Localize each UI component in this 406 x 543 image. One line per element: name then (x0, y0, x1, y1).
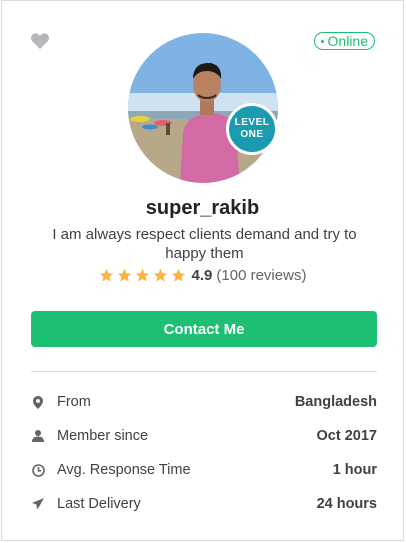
stat-row-last-delivery: Last Delivery 24 hours (31, 487, 377, 521)
review-count[interactable]: (100 reviews) (216, 267, 306, 284)
stat-label: Avg. Response Time (57, 462, 191, 478)
online-label: Online (327, 33, 368, 49)
heart-icon[interactable] (30, 32, 50, 50)
star-icon (99, 268, 113, 282)
level-label: LEVEL (234, 117, 270, 128)
seller-bio: I am always respect clients demand and t… (52, 226, 357, 262)
online-badge: Online (313, 32, 375, 50)
location-pin-icon (31, 395, 45, 409)
level-value: ONE (240, 129, 264, 140)
stat-value: 1 hour (332, 462, 377, 478)
stat-value: Bangladesh (294, 394, 377, 410)
seller-stats: From Bangladesh Member since Oct 2017 Av… (31, 385, 377, 521)
stat-row-from: From Bangladesh (31, 385, 377, 419)
clock-icon (31, 463, 45, 477)
username[interactable]: super_rakib (2, 197, 403, 220)
user-icon (31, 429, 45, 443)
divider (31, 371, 377, 372)
star-icon (171, 268, 185, 282)
star-icon (153, 268, 167, 282)
contact-me-button[interactable]: Contact Me (31, 311, 377, 347)
avatar[interactable]: LEVEL ONE (128, 33, 278, 183)
star-icon (117, 268, 131, 282)
send-icon (31, 497, 45, 511)
stat-row-member-since: Member since Oct 2017 (31, 419, 377, 453)
stat-label: Last Delivery (57, 496, 141, 512)
stat-label: Member since (57, 428, 149, 444)
star-icon (135, 268, 149, 282)
rating-score: 4.9 (191, 267, 213, 284)
stat-label: From (57, 394, 91, 410)
seller-card: Online LEVEL ONE super_rakib I am always… (1, 0, 404, 541)
level-badge: LEVEL ONE (226, 103, 278, 155)
stat-value: Oct 2017 (316, 428, 377, 444)
stat-value: 24 hours (316, 496, 377, 512)
rating: 4.9 (100 reviews) (2, 267, 403, 284)
stat-row-response-time: Avg. Response Time 1 hour (31, 453, 377, 487)
online-dot-icon (320, 39, 324, 43)
